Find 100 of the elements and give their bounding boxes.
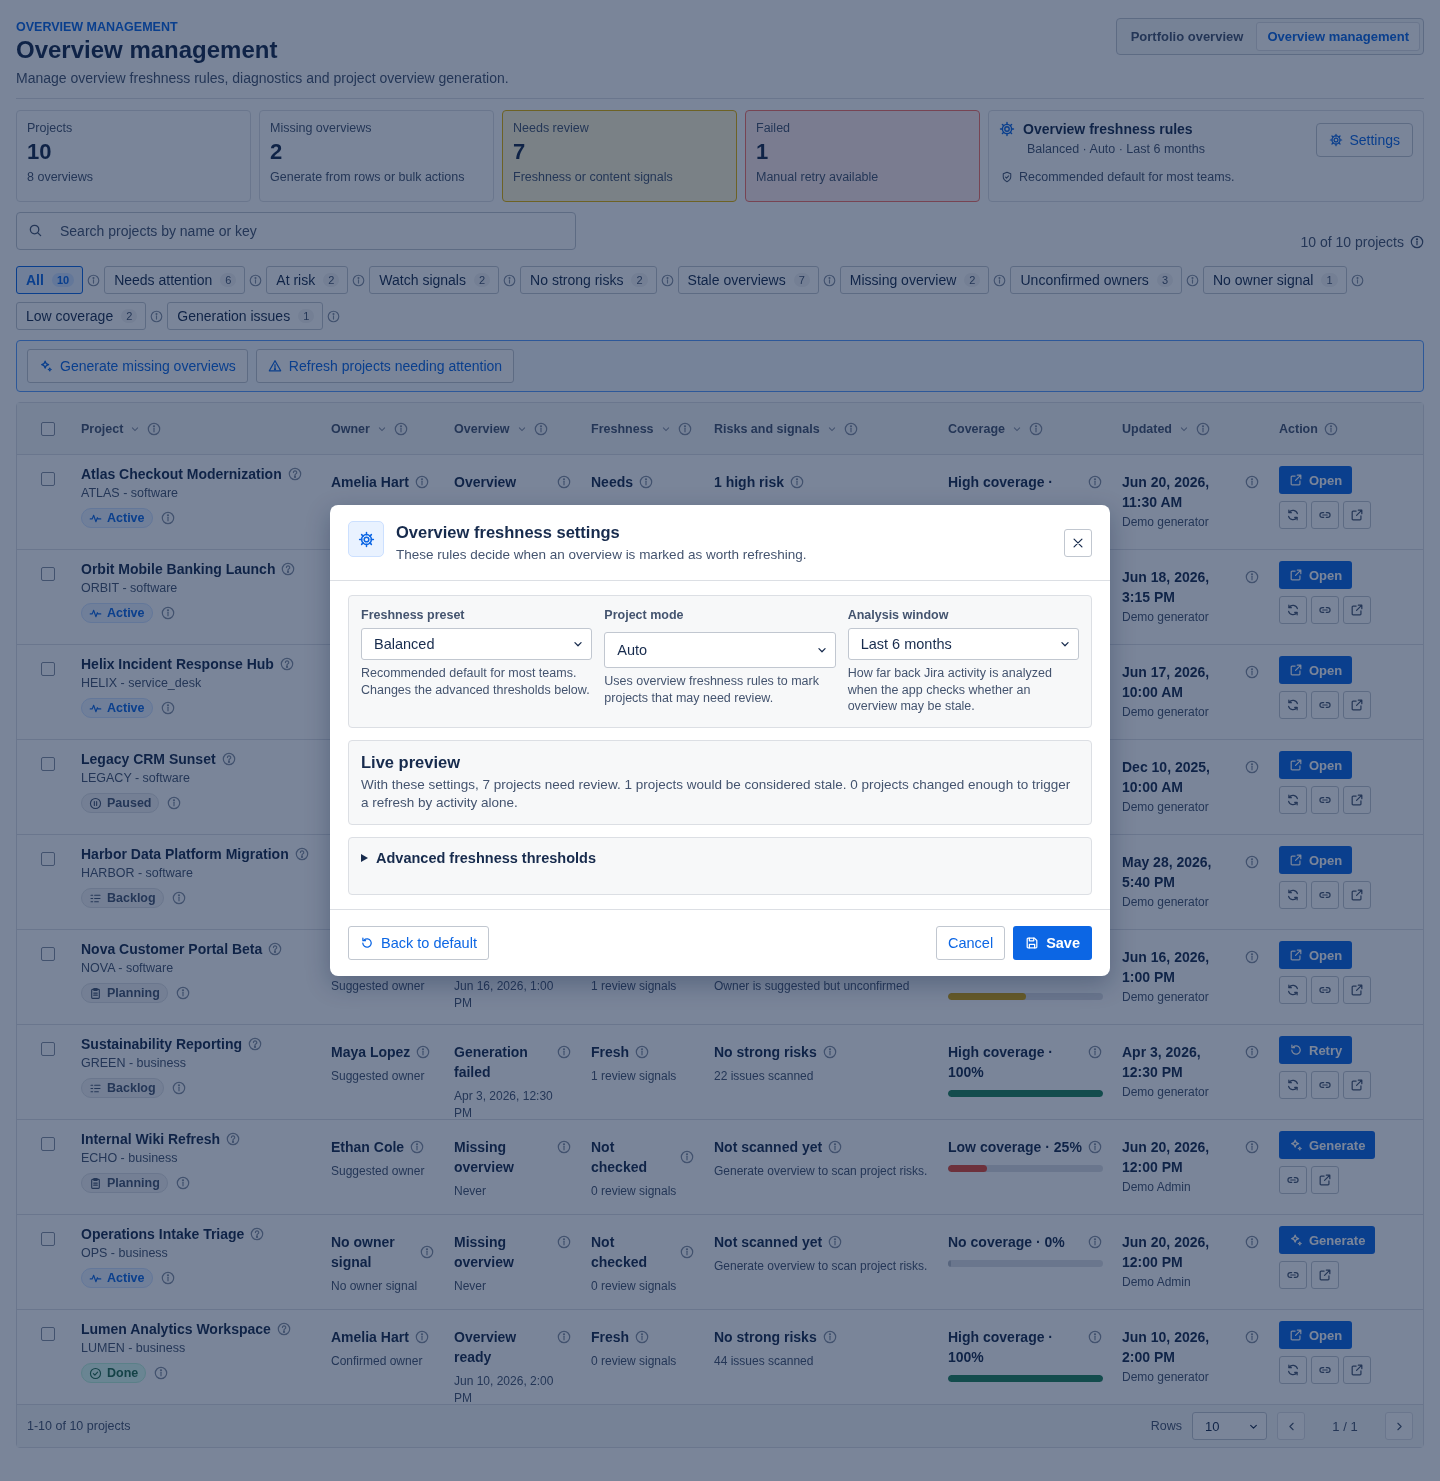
copy-link-button[interactable] [1311, 976, 1339, 1004]
project-name[interactable]: Atlas Checkout Modernization [81, 466, 282, 482]
result-count: 10 of 10 projects [1300, 234, 1404, 250]
open-button[interactable]: Open [1279, 941, 1353, 969]
row-checkbox[interactable] [41, 852, 55, 866]
open-button[interactable]: Open [1279, 751, 1353, 779]
retry-button[interactable]: Retry [1279, 1036, 1353, 1064]
save-button[interactable]: Save [1013, 925, 1092, 960]
column-header[interactable]: Owner [331, 421, 370, 436]
filter-chip[interactable]: No owner signal 1 [1203, 266, 1347, 294]
column-header[interactable]: Coverage [948, 421, 1005, 436]
settings-button[interactable]: Settings [1316, 123, 1413, 157]
copy-link-button[interactable] [1279, 1261, 1307, 1289]
select-field[interactable]: Balanced [361, 628, 593, 660]
help-icon [248, 1037, 262, 1051]
sparkle-icon [39, 359, 53, 373]
row-checkbox[interactable] [41, 1232, 55, 1246]
refresh-button[interactable] [1279, 1071, 1307, 1099]
status-badge: Backlog [81, 888, 164, 908]
copy-link-button[interactable] [1311, 596, 1339, 624]
column-header[interactable]: Updated [1122, 421, 1172, 436]
filter-chip[interactable]: Watch signals 2 [369, 266, 500, 294]
copy-link-button[interactable] [1311, 786, 1339, 814]
select-field[interactable]: Auto [604, 632, 836, 668]
external-link-button[interactable] [1311, 1261, 1339, 1289]
column-header[interactable]: Project [81, 421, 124, 436]
overview-status-note: Never [454, 1183, 487, 1200]
row-checkbox[interactable] [41, 1137, 55, 1151]
copy-link-button[interactable] [1311, 501, 1339, 529]
row-checkbox[interactable] [41, 662, 55, 676]
project-name[interactable]: Orbit Mobile Banking Launch [81, 561, 276, 577]
filter-chip[interactable]: No strong risks 2 [520, 266, 657, 294]
column-header[interactable]: Risks and signals [714, 421, 820, 436]
column-header[interactable]: Overview [454, 421, 510, 436]
refresh-button[interactable] [1279, 786, 1307, 814]
refresh-button[interactable] [1279, 1356, 1307, 1384]
refresh-button[interactable] [1279, 596, 1307, 624]
select-field[interactable]: Last 6 months [847, 628, 1079, 660]
open-button[interactable]: Open [1279, 846, 1353, 874]
project-name[interactable]: Harbor Data Platform Migration [81, 846, 289, 862]
row-checkbox[interactable] [41, 567, 55, 581]
refresh-button[interactable] [1279, 976, 1307, 1004]
refresh-button[interactable] [1279, 881, 1307, 909]
row-checkbox[interactable] [41, 1327, 55, 1341]
copy-link-button[interactable] [1311, 1356, 1339, 1384]
bulk-action-button[interactable]: Refresh projects needing attention [255, 349, 515, 383]
bulk-action-button[interactable]: Generate missing overviews [27, 349, 248, 383]
project-name[interactable]: Sustainability Reporting [81, 1036, 242, 1052]
advanced-toggle[interactable]: Advanced freshness thresholds [361, 849, 596, 866]
search-field[interactable]: Search projects by name or key [16, 212, 576, 250]
external-link-button[interactable] [1343, 786, 1371, 814]
reset-button[interactable]: Back to default [348, 925, 489, 960]
row-checkbox[interactable] [41, 947, 55, 961]
filter-chip[interactable]: At risk 2 [266, 266, 349, 294]
filter-chip[interactable]: Missing overview 2 [839, 266, 990, 294]
copy-link-button[interactable] [1311, 1071, 1339, 1099]
rows-select[interactable]: 10 [1192, 1412, 1267, 1440]
open-button[interactable]: Open [1279, 1321, 1353, 1349]
external-link-button[interactable] [1343, 976, 1371, 1004]
project-name[interactable]: Operations Intake Triage [81, 1226, 245, 1242]
external-link-button[interactable] [1343, 1356, 1371, 1384]
column-header[interactable]: Action [1279, 421, 1318, 436]
row-checkbox[interactable] [41, 421, 55, 436]
stat-label: Failed [756, 121, 792, 135]
refresh-button[interactable] [1279, 501, 1307, 529]
view-tab[interactable]: Portfolio overview [1119, 22, 1255, 51]
filter-chip[interactable]: Unconfirmed owners 3 [1010, 266, 1182, 294]
project-name[interactable]: Lumen Analytics Workspace [81, 1321, 271, 1337]
cancel-button[interactable]: Cancel [936, 925, 1006, 960]
project-name[interactable]: Internal Wiki Refresh [81, 1131, 221, 1147]
copy-link-button[interactable] [1279, 1166, 1307, 1194]
external-link-button[interactable] [1343, 596, 1371, 624]
generate-button[interactable]: Generate [1279, 1131, 1376, 1159]
copy-link-button[interactable] [1311, 881, 1339, 909]
copy-link-button[interactable] [1311, 691, 1339, 719]
row-checkbox[interactable] [41, 1042, 55, 1056]
row-checkbox[interactable] [41, 757, 55, 771]
external-link-button[interactable] [1343, 1071, 1371, 1099]
project-name[interactable]: Nova Customer Portal Beta [81, 941, 263, 957]
filter-chip[interactable]: Generation issues 1 [167, 302, 324, 330]
filter-chip[interactable]: Needs attention 6 [104, 266, 246, 294]
row-checkbox[interactable] [41, 472, 55, 486]
open-button[interactable]: Open [1279, 561, 1353, 589]
filter-chip[interactable]: All 10 [16, 266, 84, 294]
project-name[interactable]: Helix Incident Response Hub [81, 656, 274, 672]
external-link-button[interactable] [1343, 501, 1371, 529]
open-button[interactable]: Open [1279, 466, 1353, 494]
refresh-button[interactable] [1279, 691, 1307, 719]
close-button[interactable] [1064, 529, 1092, 557]
project-key: HARBOR - software [81, 866, 311, 880]
filter-chip[interactable]: Stale overviews 7 [677, 266, 819, 294]
open-button[interactable]: Open [1279, 656, 1353, 684]
filter-chip[interactable]: Low coverage 2 [16, 302, 147, 330]
external-link-button[interactable] [1343, 881, 1371, 909]
column-header[interactable]: Freshness [591, 421, 654, 436]
generate-button[interactable]: Generate [1279, 1226, 1376, 1254]
project-name[interactable]: Legacy CRM Sunset [81, 751, 216, 767]
external-link-button[interactable] [1311, 1166, 1339, 1194]
external-link-button[interactable] [1343, 691, 1371, 719]
view-tab[interactable]: Overview management [1256, 22, 1420, 51]
